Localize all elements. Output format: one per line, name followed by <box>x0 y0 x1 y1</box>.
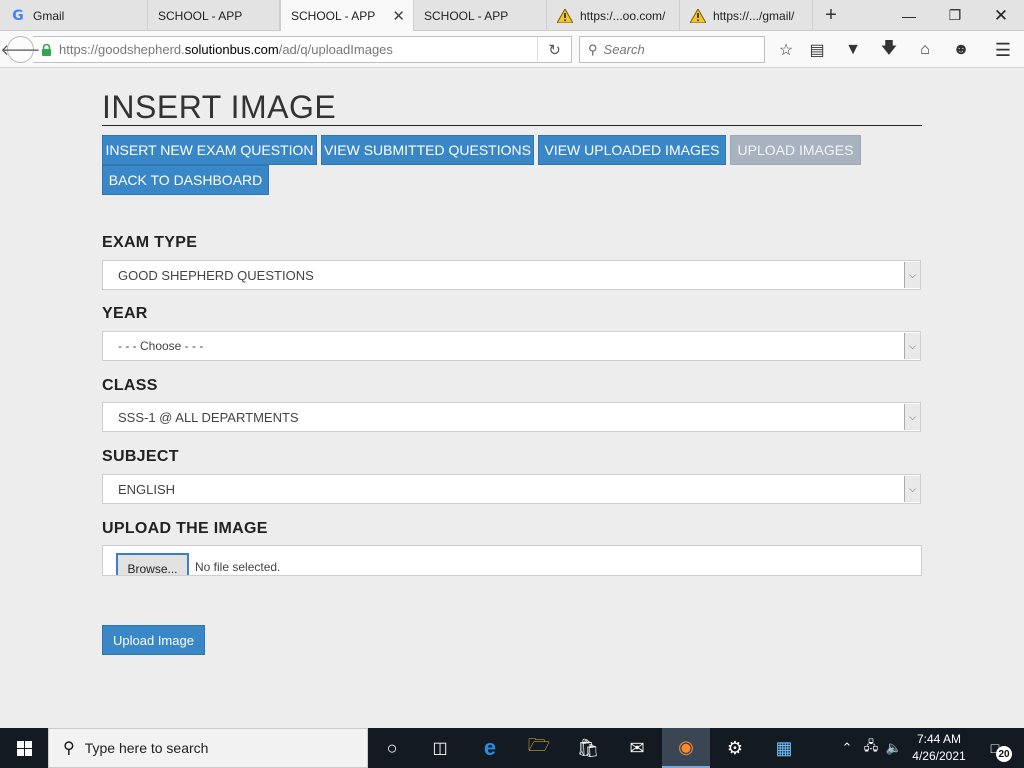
reload-icon[interactable]: ↻ <box>537 37 571 62</box>
control-panel-icon[interactable]: ▦ <box>760 728 808 768</box>
taskbar-search-placeholder: Type here to search <box>84 740 209 756</box>
search-icon: ⚲ <box>63 740 75 757</box>
exam-type-label: EXAM TYPE <box>102 234 198 251</box>
class-value: SSS-1 @ ALL DEPARTMENTS <box>118 409 299 425</box>
restore-icon[interactable]: ❐ <box>932 0 978 31</box>
url-bar[interactable]: https://goodshepherd. solutionbus.com/ad/… <box>33 36 572 63</box>
upload-images-button[interactable]: UPLOAD IMAGES <box>730 135 861 165</box>
search-placeholder: Search <box>603 42 645 57</box>
file-explorer-icon[interactable]: 🗁 <box>515 728 563 768</box>
warning-icon <box>557 8 573 24</box>
bookmark-star-icon[interactable]: ☆ <box>775 39 797 61</box>
page-title: INSERT IMAGE <box>102 89 337 125</box>
class-label: CLASS <box>102 377 158 394</box>
page-content: INSERT IMAGE INSERT NEW EXAM QUESTION VI… <box>0 69 1024 728</box>
notification-count-badge: 20 <box>996 746 1012 762</box>
lock-icon <box>41 43 51 56</box>
home-icon[interactable]: ⌂ <box>914 39 936 61</box>
insert-new-exam-question-button[interactable]: INSERT NEW EXAM QUESTION <box>102 135 317 165</box>
taskbar-search-box[interactable]: ⚲ Type here to search <box>48 728 368 768</box>
notification-center-icon[interactable]: □ 20 <box>982 737 1012 762</box>
browse-button[interactable]: Browse... <box>116 553 189 575</box>
year-value: - - - Choose - - - <box>118 339 204 353</box>
edge-browser-icon[interactable]: e <box>466 728 514 768</box>
windows-taskbar: ⚲ Type here to search ○ ◫ e 🗁 🛍 ✉ ◉ ⚙ ▦ … <box>0 728 1024 768</box>
warning-icon <box>690 8 706 24</box>
browser-nav-bar: https://goodshepherd. solutionbus.com/ad/… <box>0 31 1024 68</box>
chevron-down-icon[interactable]: ⌵ <box>904 476 920 502</box>
tab-label: SCHOOL - APP <box>291 9 376 23</box>
view-submitted-questions-button[interactable]: VIEW SUBMITTED QUESTIONS <box>321 135 534 165</box>
exam-type-select[interactable]: GOOD SHEPHERD QUESTIONS ⌵ <box>102 260 921 290</box>
tab-label: SCHOOL - APP <box>158 8 243 23</box>
tab-warning-1[interactable]: https:/...oo.com/ <box>547 0 680 31</box>
year-label: YEAR <box>102 305 148 322</box>
subject-select[interactable]: ENGLISH ⌵ <box>102 474 921 504</box>
tab-school-app-3[interactable]: SCHOOL - APP <box>414 0 547 31</box>
download-icon[interactable]: 🡇 <box>878 39 900 61</box>
tab-label: SCHOOL - APP <box>424 8 509 23</box>
mail-icon[interactable]: ✉ <box>613 728 661 768</box>
back-to-dashboard-button[interactable]: BACK TO DASHBOARD <box>102 165 269 195</box>
cortana-icon[interactable]: ○ <box>368 728 416 768</box>
year-select[interactable]: - - - Choose - - - ⌵ <box>102 331 921 361</box>
tab-gmail[interactable]: G Gmail <box>0 0 148 31</box>
tab-school-app-1[interactable]: SCHOOL - APP <box>148 0 280 31</box>
url-host: solutionbus.com <box>184 42 279 57</box>
tab-warning-2[interactable]: https://.../gmail/ <box>680 0 813 31</box>
settings-gear-icon[interactable]: ⚙ <box>711 728 759 768</box>
back-arrow-icon[interactable]: 🡐 <box>0 36 41 63</box>
url-path: /ad/q/uploadImages <box>278 42 393 57</box>
subject-value: ENGLISH <box>118 481 176 497</box>
clock-time: 7:44 AM <box>916 732 962 746</box>
chevron-down-icon[interactable]: ⌵ <box>904 262 920 288</box>
volume-icon[interactable]: 🔈 <box>884 728 904 768</box>
exam-type-value: GOOD SHEPHERD QUESTIONS <box>118 267 314 283</box>
network-icon[interactable]: 🖧 <box>860 728 882 768</box>
view-uploaded-images-button[interactable]: VIEW UPLOADED IMAGES <box>538 135 726 165</box>
task-view-icon[interactable]: ◫ <box>416 728 464 768</box>
google-icon: G <box>12 7 24 24</box>
pocket-icon[interactable]: ▼ <box>842 39 864 61</box>
new-tab-plus-icon[interactable]: + <box>820 4 842 26</box>
store-icon[interactable]: 🛍 <box>564 728 612 768</box>
tab-school-app-active[interactable]: SCHOOL - APP ✕ <box>280 0 414 32</box>
upload-image-button[interactable]: Upload Image <box>102 625 205 655</box>
tab-label: Gmail <box>33 8 65 23</box>
file-status: No file selected. <box>195 560 281 574</box>
file-input[interactable]: Browse... No file selected. <box>102 545 922 576</box>
windows-logo-icon <box>16 740 32 756</box>
search-icon: ⚲ <box>588 41 598 57</box>
class-select[interactable]: SSS-1 @ ALL DEPARTMENTS ⌵ <box>102 402 921 432</box>
close-tab-icon[interactable]: ✕ <box>392 7 405 25</box>
start-button[interactable] <box>0 728 48 768</box>
subject-label: SUBJECT <box>102 448 179 465</box>
clock-date: 4/26/2021 <box>912 749 966 763</box>
chevron-down-icon[interactable]: ⌵ <box>904 404 920 430</box>
upload-image-label: UPLOAD THE IMAGE <box>102 520 268 537</box>
tab-label: https://.../gmail/ <box>713 8 795 23</box>
browser-tab-strip: G Gmail SCHOOL - APP SCHOOL - APP ✕ SCHO… <box>0 0 1024 32</box>
minimize-icon[interactable]: — <box>886 0 932 31</box>
tray-chevron-up-icon[interactable]: ⌃ <box>838 728 856 768</box>
firefox-icon[interactable]: ◉ <box>662 728 710 768</box>
account-icon[interactable]: ☻ <box>950 39 972 61</box>
system-clock[interactable]: 7:44 AM 4/26/2021 <box>904 731 974 765</box>
reading-list-icon[interactable]: ▤ <box>806 39 828 61</box>
search-bar[interactable]: ⚲ Search <box>579 36 765 63</box>
tab-label: https:/...oo.com/ <box>580 8 666 23</box>
title-divider <box>102 125 922 126</box>
menu-icon[interactable]: ☰ <box>992 39 1014 61</box>
url-prefix: https://goodshepherd. <box>59 42 185 57</box>
chevron-down-icon[interactable]: ⌵ <box>904 333 920 359</box>
close-window-icon[interactable]: ✕ <box>978 0 1024 31</box>
